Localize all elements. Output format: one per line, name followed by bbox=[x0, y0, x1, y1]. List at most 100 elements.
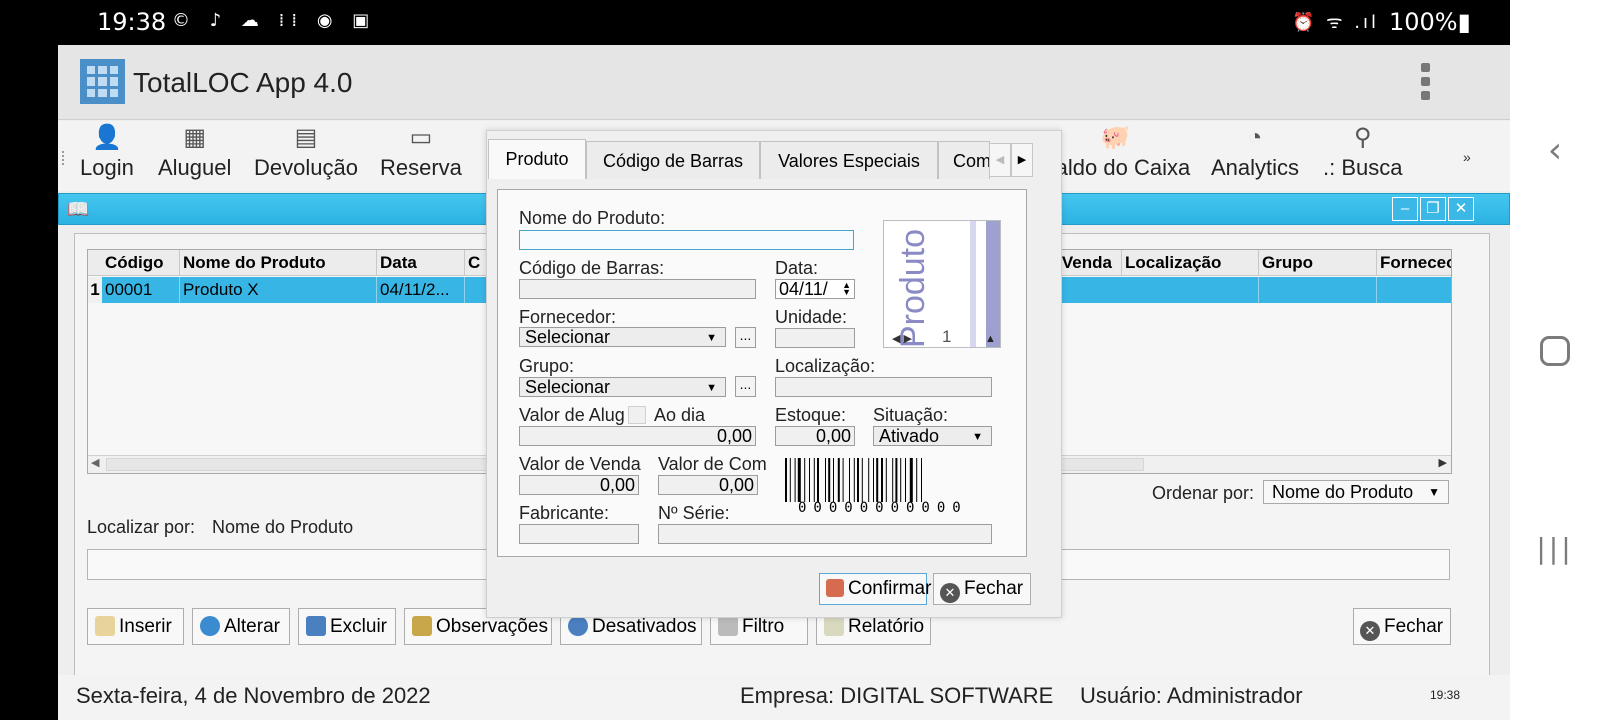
fabricante-label: Fabricante: bbox=[519, 503, 610, 523]
grupo-label: Grupo: bbox=[519, 356, 575, 376]
delete-icon bbox=[306, 616, 326, 636]
valor-venda-input[interactable]: 0,00 bbox=[519, 475, 639, 495]
valor-aluguel-input[interactable]: 0,00 bbox=[519, 426, 756, 446]
product-image[interactable]: Produto ◀ ▶ 1 ▲ bbox=[883, 220, 1001, 348]
toolbar-login-button[interactable]: 👤 Login bbox=[80, 121, 134, 191]
ao-dia-checkbox[interactable] bbox=[628, 406, 646, 424]
toolbar-grip bbox=[62, 151, 65, 165]
codigo-barras-label: Código de Barras: bbox=[519, 258, 665, 278]
minimize-button[interactable]: – bbox=[1392, 197, 1418, 221]
tab-scroll-left-icon[interactable]: ◀ bbox=[989, 143, 1011, 177]
cell-localizacao[interactable] bbox=[1122, 277, 1259, 303]
toolbar-reserva-button[interactable]: ▭ Reserva bbox=[380, 121, 462, 191]
codigo-barras-input[interactable] bbox=[519, 279, 756, 299]
system-icons: ⏰ ᯤ .ıl bbox=[1292, 12, 1380, 33]
user-icon: 👤 bbox=[91, 124, 122, 151]
close-icon: ✕ bbox=[940, 583, 960, 603]
situacao-select[interactable]: Ativado ▼ bbox=[873, 426, 992, 446]
close-window-button[interactable]: ✕ bbox=[1448, 197, 1474, 221]
estoque-label: Estoque: bbox=[775, 405, 847, 425]
cell-data[interactable]: 04/11/2... bbox=[377, 277, 465, 303]
footer-company: Empresa: DIGITAL SOFTWARE bbox=[740, 683, 1054, 708]
fornecedor-select[interactable]: Selecionar ▼ bbox=[519, 327, 726, 347]
chevron-down-icon: ▼ bbox=[1428, 485, 1440, 499]
battery-indicator: 100%▮ bbox=[1389, 8, 1471, 36]
unidade-label: Unidade: bbox=[775, 307, 848, 327]
serie-input[interactable] bbox=[658, 524, 992, 544]
chevron-down-icon: ▼ bbox=[706, 382, 717, 394]
ao-dia-label: Ao dia bbox=[654, 405, 706, 425]
column-header[interactable]: Grupo bbox=[1259, 250, 1377, 276]
row-number: 1 bbox=[88, 277, 102, 303]
toolbar-devolucao-button[interactable]: ▤ Devolução bbox=[254, 121, 358, 191]
android-status-bar: 19:38 © ♪ ☁ ⁞⁞ ◉ ▣ ⏰ ᯤ .ıl 100%▮ bbox=[0, 0, 1510, 45]
localizacao-input[interactable] bbox=[775, 377, 992, 397]
localizacao-label: Localização: bbox=[775, 356, 876, 376]
column-header[interactable]: Código bbox=[102, 250, 180, 276]
overflow-menu-icon[interactable] bbox=[1410, 59, 1440, 104]
toolbar-more-icon[interactable]: » bbox=[1463, 149, 1471, 165]
order-by-label: Ordenar por: bbox=[1152, 483, 1255, 503]
footer-clock: 19:38 bbox=[1430, 688, 1461, 702]
situacao-label: Situação: bbox=[873, 405, 949, 425]
toolbar-busca-button[interactable]: ⚲.: Busca bbox=[1323, 121, 1402, 191]
insert-icon bbox=[95, 616, 115, 636]
app-title-bar: TotalLOC App 4.0 bbox=[58, 45, 1510, 120]
locate-by-label: Localizar por: bbox=[87, 517, 196, 537]
toolbar-saldo-caixa-button[interactable]: 🐖 Saldo do Caixa bbox=[1041, 121, 1190, 191]
scroll-right-icon[interactable]: ▶ bbox=[1439, 456, 1447, 469]
home-icon[interactable] bbox=[1510, 336, 1600, 370]
column-header[interactable]: Data bbox=[377, 250, 465, 276]
rent-icon: ▦ bbox=[183, 124, 207, 151]
toolbar-analytics-button[interactable]: ◔ Analytics bbox=[1211, 121, 1299, 191]
alterar-button[interactable]: Alterar bbox=[192, 608, 290, 645]
tab-com[interactable]: Com bbox=[938, 141, 990, 179]
app-title: TotalLOC App 4.0 bbox=[133, 67, 353, 98]
calendar-icon: ▭ bbox=[409, 124, 433, 151]
data-input[interactable]: 04/11/▲ ▼ bbox=[775, 279, 855, 299]
image-nav-icon[interactable]: ◀ ▶ bbox=[892, 332, 912, 345]
column-header[interactable]: Nome do Produto bbox=[180, 250, 377, 276]
nome-produto-label: Nome do Produto: bbox=[519, 208, 666, 228]
locate-by-field[interactable]: Nome do Produto bbox=[212, 517, 353, 538]
order-by-select[interactable]: Nome do Produto ▼ bbox=[1263, 480, 1449, 504]
status-footer: Sexta-feira, 4 de Novembro de 2022 Empre… bbox=[58, 675, 1510, 720]
maximize-button[interactable]: ❐ bbox=[1420, 197, 1446, 221]
back-icon[interactable]: ‹ bbox=[1510, 130, 1600, 171]
scroll-left-icon[interactable]: ◀ bbox=[91, 456, 99, 469]
excluir-button[interactable]: Excluir bbox=[298, 608, 396, 645]
recents-icon[interactable]: ||| bbox=[1510, 532, 1600, 565]
produto-tab-page: Nome do Produto: Código de Barras: Data:… bbox=[497, 189, 1027, 557]
valor-venda-label: Valor de Venda bbox=[519, 454, 641, 474]
cell-grupo[interactable] bbox=[1259, 277, 1377, 303]
valor-compra-input[interactable]: 0,00 bbox=[658, 475, 758, 495]
cell-codigo[interactable]: 00001 bbox=[102, 277, 180, 303]
confirm-icon bbox=[826, 579, 844, 597]
fornecedor-lookup-button[interactable]: ... bbox=[735, 327, 756, 348]
dialog-fechar-button[interactable]: ✕ Fechar bbox=[933, 573, 1031, 605]
cell-nome[interactable]: Produto X bbox=[180, 277, 377, 303]
tab-scroll-right-icon[interactable]: ▶ bbox=[1011, 143, 1033, 177]
notification-icons: © ♪ ☁ ⁞⁞ ◉ ▣ bbox=[172, 10, 377, 31]
data-label: Data: bbox=[775, 258, 819, 278]
estoque-input[interactable]: 0,00 bbox=[775, 426, 855, 446]
nome-produto-input[interactable] bbox=[519, 230, 854, 250]
image-up-icon[interactable]: ▲ bbox=[985, 333, 996, 345]
tab-valores-especiais[interactable]: Valores Especiais bbox=[760, 141, 938, 179]
pie-chart-icon: ◔ bbox=[1247, 124, 1263, 151]
footer-user: Usuário: Administrador bbox=[1080, 683, 1303, 708]
inserir-button[interactable]: Inserir bbox=[87, 608, 184, 645]
status-time: 19:38 bbox=[97, 8, 167, 36]
tab-produto[interactable]: Produto bbox=[488, 139, 586, 179]
grupo-lookup-button[interactable]: ... bbox=[735, 376, 756, 397]
fechar-button[interactable]: ✕ Fechar bbox=[1353, 608, 1451, 645]
spinner-icon[interactable]: ▲ ▼ bbox=[842, 281, 851, 297]
unidade-input[interactable] bbox=[775, 328, 855, 348]
column-header[interactable]: Forneceo bbox=[1377, 250, 1451, 276]
toolbar-aluguel-button[interactable]: ▦ Aluguel bbox=[158, 121, 231, 191]
confirmar-button[interactable]: Confirmar bbox=[819, 573, 931, 605]
grupo-select[interactable]: Selecionar ▼ bbox=[519, 377, 726, 397]
tab-codigo-barras[interactable]: Código de Barras bbox=[586, 141, 760, 179]
column-header[interactable]: Localização bbox=[1122, 250, 1259, 276]
fabricante-input[interactable] bbox=[519, 524, 639, 544]
